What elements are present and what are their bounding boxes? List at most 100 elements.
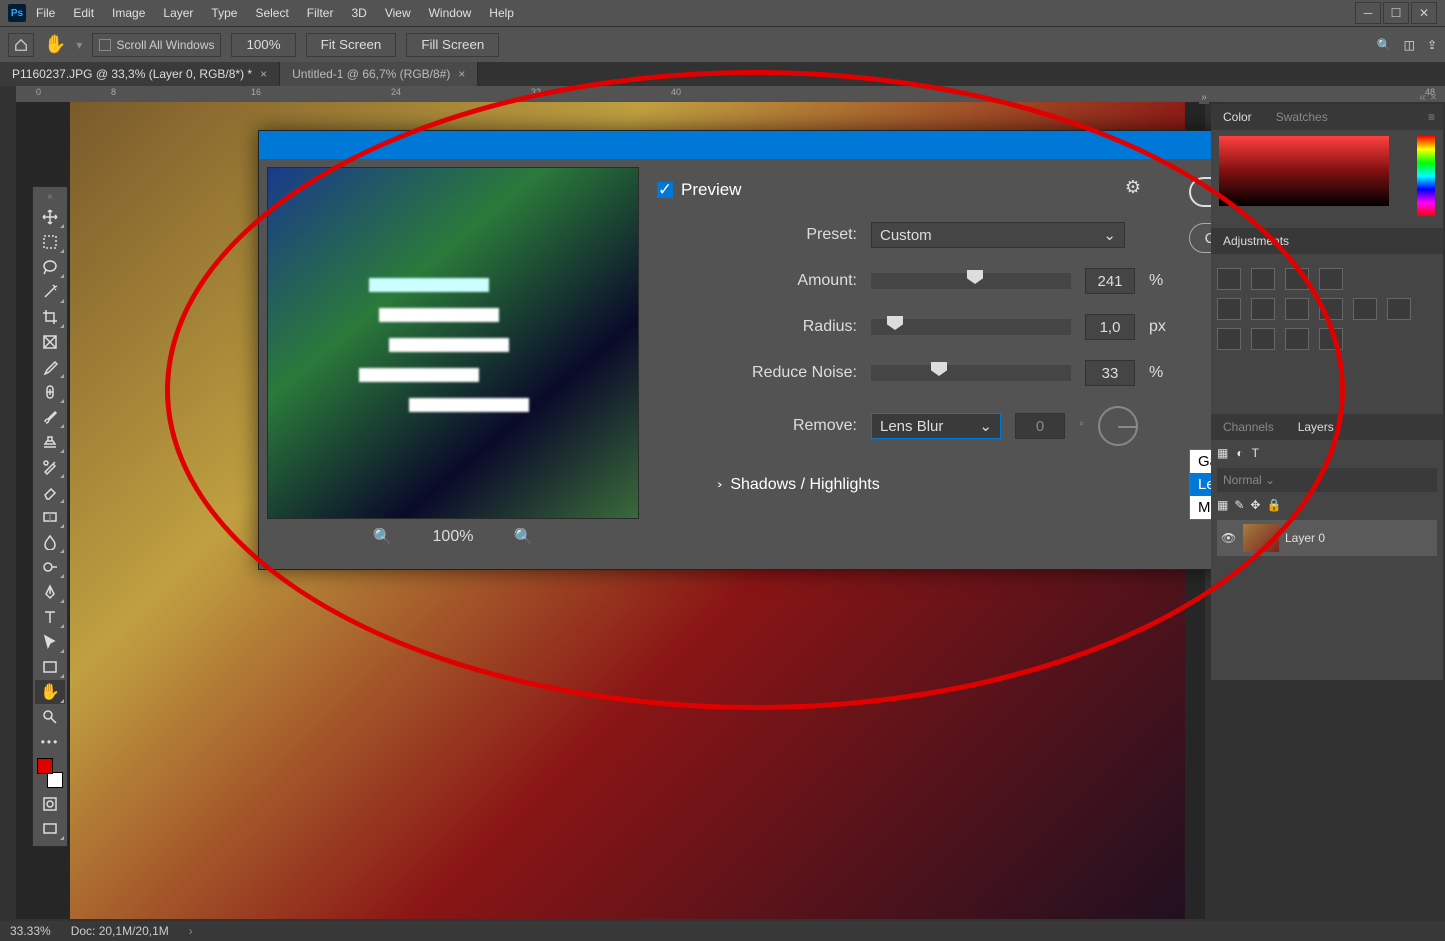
- menu-help[interactable]: Help: [481, 2, 522, 24]
- tab-layers[interactable]: Layers: [1286, 416, 1346, 438]
- magic-wand-tool[interactable]: [35, 280, 65, 304]
- search-icon[interactable]: 🔍: [1377, 38, 1392, 52]
- dialog-preview-image[interactable]: [267, 167, 639, 519]
- hue-slider[interactable]: [1417, 136, 1435, 216]
- share-icon[interactable]: ⇪: [1427, 38, 1437, 52]
- adjustment-photofilter-icon[interactable]: [1353, 298, 1377, 320]
- blend-mode-select[interactable]: Normal ⌄: [1217, 468, 1437, 492]
- window-restore-button[interactable]: ☐: [1383, 2, 1409, 24]
- tab-close-icon[interactable]: ×: [260, 67, 267, 81]
- layer-thumbnail[interactable]: [1243, 524, 1279, 552]
- adjustment-levels-icon[interactable]: [1251, 268, 1275, 290]
- noise-slider[interactable]: [871, 365, 1071, 381]
- noise-input[interactable]: [1085, 360, 1135, 386]
- eraser-tool[interactable]: [35, 480, 65, 504]
- panel-menu-icon[interactable]: ≡: [1428, 110, 1443, 124]
- window-close-button[interactable]: ✕: [1411, 2, 1437, 24]
- menu-filter[interactable]: Filter: [299, 2, 342, 24]
- adjustment-gradientmap-icon[interactable]: [1319, 328, 1343, 350]
- foreground-background-colors[interactable]: [35, 758, 65, 788]
- zoom-tool[interactable]: [35, 705, 65, 729]
- visibility-icon[interactable]: 👁: [1221, 531, 1237, 545]
- radius-input[interactable]: [1085, 314, 1135, 340]
- lock-transparent-icon[interactable]: ▦: [1217, 498, 1228, 512]
- menu-view[interactable]: View: [377, 2, 419, 24]
- adjustment-bw-icon[interactable]: [1319, 298, 1343, 320]
- window-minimize-button[interactable]: ─: [1355, 2, 1381, 24]
- color-panel[interactable]: [1211, 130, 1443, 228]
- preview-checkbox[interactable]: ✓ Preview: [657, 180, 741, 200]
- status-doc-size[interactable]: Doc: 20,1M/20,1M: [71, 924, 169, 938]
- hand-tool[interactable]: ✋: [35, 680, 65, 704]
- doc-tab-2[interactable]: Untitled-1 @ 66,7% (RGB/8#) ×: [280, 62, 478, 86]
- adjustment-channelmixer-icon[interactable]: [1387, 298, 1411, 320]
- status-zoom[interactable]: 33.33%: [10, 924, 51, 938]
- panel-close-icon[interactable]: ×: [1430, 90, 1437, 104]
- tab-swatches[interactable]: Swatches: [1264, 106, 1340, 128]
- zoom-in-icon[interactable]: 🔍: [513, 527, 533, 547]
- color-field[interactable]: [1219, 136, 1389, 206]
- shadows-highlights-toggle[interactable]: › Shadows / Highlights: [657, 476, 1169, 494]
- lock-all-icon[interactable]: 🔒: [1266, 498, 1281, 512]
- workspace-icon[interactable]: ◫: [1404, 38, 1415, 52]
- background-color-swatch[interactable]: [47, 772, 63, 788]
- adjustment-invert-icon[interactable]: [1217, 328, 1241, 350]
- menu-window[interactable]: Window: [421, 2, 480, 24]
- panel-collapse-icon[interactable]: «: [1419, 90, 1426, 104]
- angle-dial[interactable]: [1098, 406, 1138, 446]
- menu-image[interactable]: Image: [104, 2, 153, 24]
- edit-toolbar-button[interactable]: •••: [35, 730, 65, 754]
- remove-select[interactable]: Lens Blur⌄: [871, 413, 1001, 439]
- brush-tool[interactable]: [35, 405, 65, 429]
- blur-tool[interactable]: [35, 530, 65, 554]
- menu-type[interactable]: Type: [203, 2, 245, 24]
- dialog-titlebar[interactable]: [259, 131, 1219, 159]
- tab-adjustments[interactable]: Adjustments: [1211, 230, 1301, 252]
- radius-slider[interactable]: [871, 319, 1071, 335]
- type-tool[interactable]: [35, 605, 65, 629]
- doc-tab-1[interactable]: P1160237.JPG @ 33,3% (Layer 0, RGB/8*) *…: [0, 62, 280, 86]
- menu-select[interactable]: Select: [247, 2, 296, 24]
- pen-tool[interactable]: [35, 580, 65, 604]
- lasso-tool[interactable]: [35, 255, 65, 279]
- foreground-color-swatch[interactable]: [37, 758, 53, 774]
- zoom-100-button[interactable]: 100%: [231, 33, 295, 57]
- layer-filter-pixel-icon[interactable]: ▦: [1217, 446, 1228, 460]
- menu-layer[interactable]: Layer: [155, 2, 201, 24]
- zoom-out-icon[interactable]: 🔍: [373, 527, 393, 547]
- frame-tool[interactable]: [35, 330, 65, 354]
- scroll-all-windows-checkbox[interactable]: Scroll All Windows: [92, 33, 221, 57]
- history-brush-tool[interactable]: [35, 455, 65, 479]
- tab-close-icon[interactable]: ×: [458, 67, 465, 81]
- dodge-tool[interactable]: [35, 555, 65, 579]
- adjustment-brightness-icon[interactable]: [1217, 268, 1241, 290]
- healing-brush-tool[interactable]: [35, 380, 65, 404]
- adjustment-posterize-icon[interactable]: [1251, 328, 1275, 350]
- adjustment-exposure-icon[interactable]: [1319, 268, 1343, 290]
- layer-filter-type-icon[interactable]: T: [1252, 446, 1259, 460]
- gear-icon[interactable]: ⚙: [1125, 177, 1141, 198]
- adjustment-colorbalance-icon[interactable]: [1285, 298, 1309, 320]
- home-button[interactable]: [8, 33, 34, 57]
- adjustment-threshold-icon[interactable]: [1285, 328, 1309, 350]
- preset-select[interactable]: Custom⌄: [871, 222, 1125, 248]
- screenmode-button[interactable]: [35, 817, 65, 841]
- adjustment-hue-icon[interactable]: [1251, 298, 1275, 320]
- eyedropper-tool[interactable]: [35, 355, 65, 379]
- marquee-tool[interactable]: [35, 230, 65, 254]
- lock-pixels-icon[interactable]: ✎: [1234, 498, 1244, 512]
- angle-input[interactable]: [1015, 413, 1065, 439]
- path-selection-tool[interactable]: [35, 630, 65, 654]
- clone-stamp-tool[interactable]: [35, 430, 65, 454]
- rectangle-tool[interactable]: [35, 655, 65, 679]
- lock-position-icon[interactable]: ✥: [1250, 498, 1260, 512]
- move-tool[interactable]: [35, 205, 65, 229]
- layer-row[interactable]: 👁 Layer 0: [1217, 520, 1437, 556]
- status-chevron-icon[interactable]: ›: [189, 924, 193, 938]
- menu-file[interactable]: File: [28, 2, 63, 24]
- fit-screen-button[interactable]: Fit Screen: [306, 33, 397, 57]
- fill-screen-button[interactable]: Fill Screen: [406, 33, 499, 57]
- menu-3d[interactable]: 3D: [343, 2, 374, 24]
- layer-filter-adjust-icon[interactable]: ◐: [1236, 446, 1243, 460]
- panel-collapse-icon[interactable]: »: [1199, 90, 1209, 104]
